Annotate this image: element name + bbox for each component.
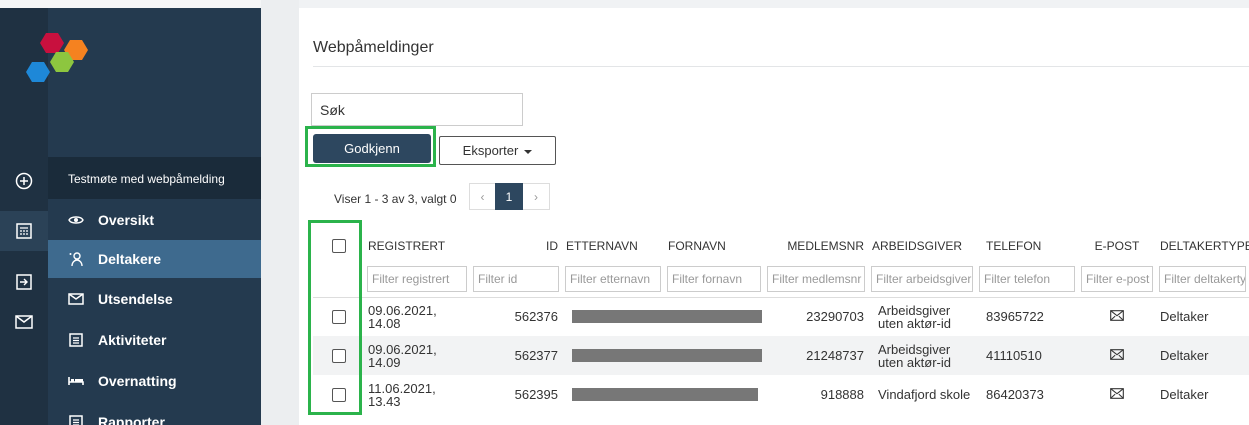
caret-down-icon	[524, 149, 533, 154]
list-icon	[68, 414, 84, 425]
cell-name-redacted	[562, 336, 764, 375]
pagination: ‹ 1 ›	[469, 183, 550, 210]
plus-circle-icon[interactable]	[0, 161, 48, 201]
pagination-info: Viser 1 - 3 av 3, valgt 0	[334, 192, 457, 206]
participants-icon	[68, 251, 84, 267]
page-title: Webpåmeldinger	[313, 39, 434, 56]
header-row: REGISTRERT ID ETTERNAVN FORNAVN MEDLEMSN…	[313, 231, 1249, 261]
cell-registrert: 11.06.2021, 13.43	[368, 380, 436, 409]
col-arbeidsgiver[interactable]: ARBEIDSGIVER	[868, 231, 976, 261]
col-fornavn[interactable]: FORNAVN	[664, 231, 764, 261]
top-strip	[0, 0, 261, 8]
filter-deltakertype-input[interactable]: Filter deltakertype	[1159, 265, 1246, 292]
nav-label: Aktiviteter	[98, 332, 167, 348]
cell-arbeidsgiver: Arbeidsgiver uten aktør-id	[878, 302, 951, 331]
divider	[313, 66, 1249, 67]
cell-name-redacted	[562, 297, 764, 336]
nav-item-utsendelse[interactable]: Utsendelse	[48, 280, 261, 318]
bed-icon	[68, 373, 84, 389]
cell-arbeidsgiver: Arbeidsgiver uten aktør-id	[868, 336, 976, 375]
checkbox-highlight	[308, 220, 362, 415]
approve-button[interactable]: Godkjenn	[313, 134, 431, 163]
cell-telefon: 86420373	[986, 387, 1044, 402]
cell-registrert: 09.06.2021, 14.09	[364, 336, 470, 375]
col-etternavn[interactable]: ETTERNAVN	[562, 231, 664, 261]
mail-icon[interactable]	[1110, 309, 1124, 324]
nav-label: Deltakere	[98, 251, 162, 267]
col-registrert[interactable]: REGISTRERT	[364, 231, 470, 261]
mail-icon[interactable]	[1110, 387, 1124, 402]
redacted-bar	[572, 388, 758, 401]
mail-icon	[68, 291, 84, 307]
cell-arbeidsgiver: Vindafjord skole	[878, 387, 971, 402]
eye-icon	[68, 212, 84, 228]
export-icon[interactable]	[0, 262, 48, 302]
export-button[interactable]: Eksporter	[439, 136, 556, 165]
nav-label: Oversikt	[98, 212, 155, 228]
cell-deltakertype: Deltaker	[1160, 309, 1209, 325]
cell-medlemsnr: 21248737	[764, 336, 868, 375]
cell-medlemsnr: 918888	[820, 387, 864, 402]
table-row[interactable]: 11.06.2021, 13.43 562395 918888 Vindafjor…	[313, 375, 1249, 414]
cell-deltakertype: Deltaker	[1160, 387, 1209, 402]
nav-item-rapporter[interactable]: Rapporter	[48, 403, 261, 425]
cell-id: 562377	[470, 336, 562, 375]
nav-item-deltakere[interactable]: Deltakere	[48, 240, 261, 278]
filter-telefon-input[interactable]: Filter telefon	[979, 265, 1075, 292]
mail-icon[interactable]	[0, 302, 48, 342]
nav-label: Rapporter	[98, 414, 165, 425]
filter-id-input[interactable]: Filter id	[473, 265, 559, 292]
page-1-button[interactable]: 1	[495, 183, 523, 210]
nav-item-oversikt[interactable]: Oversikt	[48, 201, 261, 239]
nav-label: Overnatting	[98, 373, 177, 389]
cell-telefon: 41110510	[976, 336, 1078, 375]
filter-registrert-input[interactable]: Filter registrert	[367, 265, 467, 292]
cell-deltakertype: Deltaker	[1156, 336, 1249, 375]
col-medlemsnr[interactable]: MEDLEMSNR	[764, 231, 868, 261]
cell-epost	[1078, 375, 1156, 414]
filter-row: Filter registrert Filter id Filter etter…	[313, 261, 1249, 298]
cell-id: 562376	[514, 309, 558, 325]
calendar-icon[interactable]	[0, 211, 48, 251]
search-input[interactable]: Søk	[311, 93, 523, 126]
registrations-table: REGISTRERT ID ETTERNAVN FORNAVN MEDLEMSN…	[313, 231, 1249, 414]
cell-name-redacted	[562, 375, 764, 414]
filter-epost-input[interactable]: Filter e-post	[1081, 265, 1153, 292]
list-icon	[68, 332, 84, 348]
cell-id: 562395	[514, 387, 558, 402]
prev-page-button[interactable]: ‹	[469, 183, 496, 210]
cell-medlemsnr: 23290703	[806, 309, 864, 325]
cell-epost	[1078, 297, 1156, 336]
redacted-bar	[572, 310, 762, 324]
nav-label: Utsendelse	[98, 291, 173, 307]
nav-item-overnatting[interactable]: Overnatting	[48, 362, 261, 400]
export-label: Eksporter	[462, 143, 519, 158]
mail-icon[interactable]	[1110, 348, 1124, 363]
meeting-title: Testmøte med webpåmelding	[48, 157, 261, 199]
cell-epost	[1078, 336, 1156, 375]
table-row[interactable]: 09.06.2021, 14.08 562376 23290703 Arbeids…	[313, 297, 1249, 336]
filter-arbeidsgiver-input[interactable]: Filter arbeidsgiver	[871, 265, 973, 292]
col-deltakertype[interactable]: DELTAKERTYPE	[1156, 231, 1249, 261]
nav-item-aktiviteter[interactable]: Aktiviteter	[48, 321, 261, 359]
filter-fornavn-input[interactable]: Filter fornavn	[667, 265, 761, 292]
app-logo	[24, 28, 100, 88]
redacted-bar	[572, 349, 762, 362]
filter-medlemsnr-input[interactable]: Filter medlemsnr	[767, 265, 865, 292]
col-epost[interactable]: E-POST	[1078, 231, 1156, 261]
filter-etternavn-input[interactable]: Filter etternavn	[565, 265, 661, 292]
col-id[interactable]: ID	[470, 231, 562, 261]
col-telefon[interactable]: TELEFON	[976, 231, 1078, 261]
table-row[interactable]: 09.06.2021, 14.09 562377 21248737 Arbeids…	[313, 336, 1249, 375]
cell-telefon: 83965722	[986, 309, 1044, 325]
next-page-button[interactable]: ›	[523, 183, 550, 210]
cell-registrert: 09.06.2021, 14.08	[368, 302, 437, 331]
content-gutter	[261, 0, 299, 425]
main-panel: Webpåmeldinger Søk Godkjenn Eksporter Vi…	[299, 8, 1249, 425]
